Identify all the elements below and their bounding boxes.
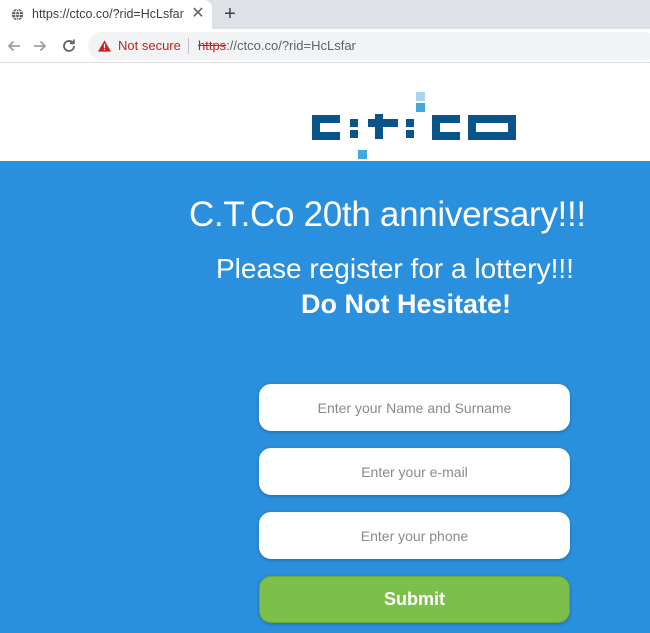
submit-button[interactable]: Submit: [259, 576, 570, 623]
tab-title: https://ctco.co/?rid=HcLsfar: [32, 7, 184, 21]
browser-tab[interactable]: https://ctco.co/?rid=HcLsfar ✕: [0, 0, 212, 29]
globe-icon: [11, 8, 24, 21]
close-icon[interactable]: ✕: [190, 5, 206, 23]
new-tab-button[interactable]: +: [220, 3, 240, 25]
email-field[interactable]: [259, 448, 570, 495]
address-bar[interactable]: Not secure https://ctco.co/?rid=HcLsfar: [88, 32, 650, 60]
registration-hero: C.T.Co 20th anniversary!!! Please regist…: [0, 161, 650, 633]
warning-triangle-icon: [98, 40, 111, 52]
reload-icon[interactable]: [58, 35, 80, 57]
lottery-subtitle: Please register for a lottery!!!: [216, 253, 574, 284]
page-content: C.T.Co 20th anniversary!!! Please regist…: [0, 64, 650, 633]
forward-arrow-icon[interactable]: [29, 35, 51, 57]
browser-toolbar: Not secure https://ctco.co/?rid=HcLsfar: [0, 29, 650, 63]
page-header: [0, 64, 650, 161]
ctco-logo[interactable]: [310, 92, 520, 162]
phone-field[interactable]: [259, 512, 570, 559]
name-surname-field[interactable]: [259, 384, 570, 431]
security-status[interactable]: Not secure: [118, 38, 181, 53]
call-to-action-text: Do Not Hesitate!: [301, 289, 512, 319]
url-scheme: https: [198, 38, 227, 53]
omnibox-divider: [188, 38, 189, 54]
tab-strip: https://ctco.co/?rid=HcLsfar ✕ +: [0, 0, 650, 29]
url-text[interactable]: https://ctco.co/?rid=HcLsfar: [198, 38, 356, 53]
back-arrow-icon[interactable]: [3, 35, 25, 57]
page-title: C.T.Co 20th anniversary!!!: [189, 195, 586, 234]
url-path: ://ctco.co/?rid=HcLsfar: [226, 38, 356, 53]
